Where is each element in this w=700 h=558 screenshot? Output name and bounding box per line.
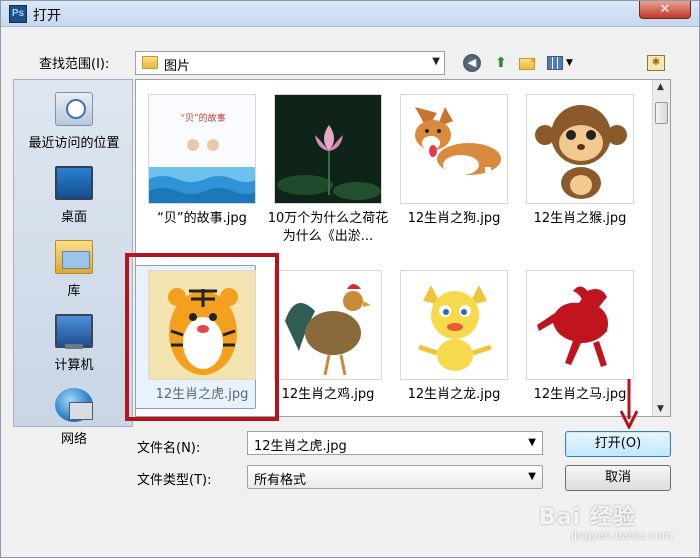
- thumbnail-dog: [400, 94, 508, 204]
- file-item-dog[interactable]: 12生肖之狗.jpg: [392, 94, 516, 228]
- scroll-thumb[interactable]: [655, 102, 668, 124]
- watermark-main: Bai 经验: [539, 505, 636, 530]
- photoshop-logo-icon: Ps: [9, 5, 27, 23]
- up-folder-icon[interactable]: ⬆: [491, 53, 511, 73]
- place-network[interactable]: 网络: [14, 388, 134, 447]
- folder-icon: [142, 56, 158, 69]
- favorites-icon[interactable]: ✱: [647, 55, 665, 71]
- file-name: 10万个为什么之荷花为什么《出淤...: [267, 211, 389, 244]
- view-menu-icon[interactable]: ▼: [547, 53, 577, 73]
- close-icon: ✕: [659, 2, 671, 17]
- places-bar: 最近访问的位置 桌面 库 计算机 网络: [13, 79, 134, 447]
- file-item-monkey[interactable]: 12生肖之猴.jpg: [518, 94, 642, 228]
- watermark: Bai 经验 jingyan.baidu.com: [531, 493, 700, 555]
- chevron-down-icon[interactable]: ▼: [432, 56, 440, 67]
- place-label: 桌面: [60, 210, 87, 225]
- title-bar[interactable]: Ps 打开 ✕: [1, 1, 699, 27]
- place-library[interactable]: 库: [14, 240, 134, 299]
- filetype-select[interactable]: 所有格式 ▼: [247, 465, 543, 489]
- lookin-value: 图片: [164, 59, 191, 74]
- chevron-down-icon[interactable]: ▼: [528, 437, 536, 448]
- chevron-down-icon[interactable]: ▼: [528, 471, 536, 482]
- thumbnail-monkey: [526, 94, 634, 204]
- thumbnail-bei-story: “贝”的故事: [148, 94, 256, 204]
- place-label: 库: [67, 284, 81, 299]
- back-icon[interactable]: ◀: [463, 54, 481, 72]
- place-label: 计算机: [54, 358, 94, 373]
- file-name: 12生肖之鸡.jpg: [281, 387, 375, 402]
- open-button[interactable]: 打开(O): [565, 431, 671, 457]
- close-button[interactable]: ✕: [639, 1, 691, 19]
- desktop-icon: [55, 166, 93, 200]
- thumbnail-dragon: [400, 270, 508, 380]
- place-recent[interactable]: 最近访问的位置: [14, 92, 134, 151]
- file-name: 12生肖之猴.jpg: [533, 211, 627, 226]
- file-item-dragon[interactable]: 12生肖之龙.jpg: [392, 270, 516, 404]
- thumb-caption: “贝”的故事: [180, 112, 225, 124]
- scroll-down-icon[interactable]: ▼: [657, 404, 664, 414]
- file-name: 12生肖之龙.jpg: [407, 387, 501, 402]
- filetype-label: 文件类型(T):: [137, 473, 212, 488]
- file-item-rooster[interactable]: 12生肖之鸡.jpg: [266, 270, 390, 404]
- filename-value: 12生肖之虎.jpg: [254, 439, 347, 454]
- filetype-value: 所有格式: [254, 473, 307, 488]
- annotation-arrow-icon: [619, 379, 639, 429]
- computer-icon: [55, 314, 93, 349]
- file-name: “贝”的故事.jpg: [157, 211, 247, 226]
- place-desktop[interactable]: 桌面: [14, 166, 134, 225]
- annotation-highlight-box: [125, 253, 279, 421]
- window-title: 打开: [33, 8, 61, 24]
- place-label: 网络: [60, 432, 87, 447]
- filename-label: 文件名(N):: [137, 441, 201, 456]
- recent-places-icon: [55, 92, 93, 126]
- thumbnail-lotus: [274, 94, 382, 204]
- new-folder-icon[interactable]: ✶: [517, 53, 537, 73]
- place-label: 最近访问的位置: [28, 136, 120, 151]
- library-icon: [55, 240, 93, 274]
- file-item-bei-story[interactable]: “贝”的故事 “贝”的故事.jpg: [140, 94, 264, 228]
- lookin-dropdown[interactable]: 图片 ▼: [135, 51, 445, 75]
- vertical-scrollbar[interactable]: ▲ ▼: [652, 80, 670, 416]
- thumbnail-rooster: [274, 270, 382, 380]
- file-item-lotus[interactable]: 10万个为什么之荷花为什么《出淤...: [266, 94, 390, 246]
- cancel-button[interactable]: 取消: [565, 465, 671, 491]
- thumbnail-horse: [526, 270, 634, 380]
- file-name: 12生肖之狗.jpg: [407, 211, 501, 226]
- open-dialog: Ps 打开 ✕ 查找范围(I): 图片 ▼ ◀ ⬆ ✶ ▼ ✱ 最近访问的位置 …: [0, 0, 700, 558]
- network-icon: [55, 388, 93, 422]
- filename-input[interactable]: 12生肖之虎.jpg ▼: [247, 431, 543, 455]
- watermark-sub: jingyan.baidu.com: [571, 529, 673, 542]
- place-computer[interactable]: 计算机: [14, 314, 134, 373]
- scroll-up-icon[interactable]: ▲: [657, 82, 664, 92]
- lookin-label: 查找范围(I):: [39, 57, 110, 72]
